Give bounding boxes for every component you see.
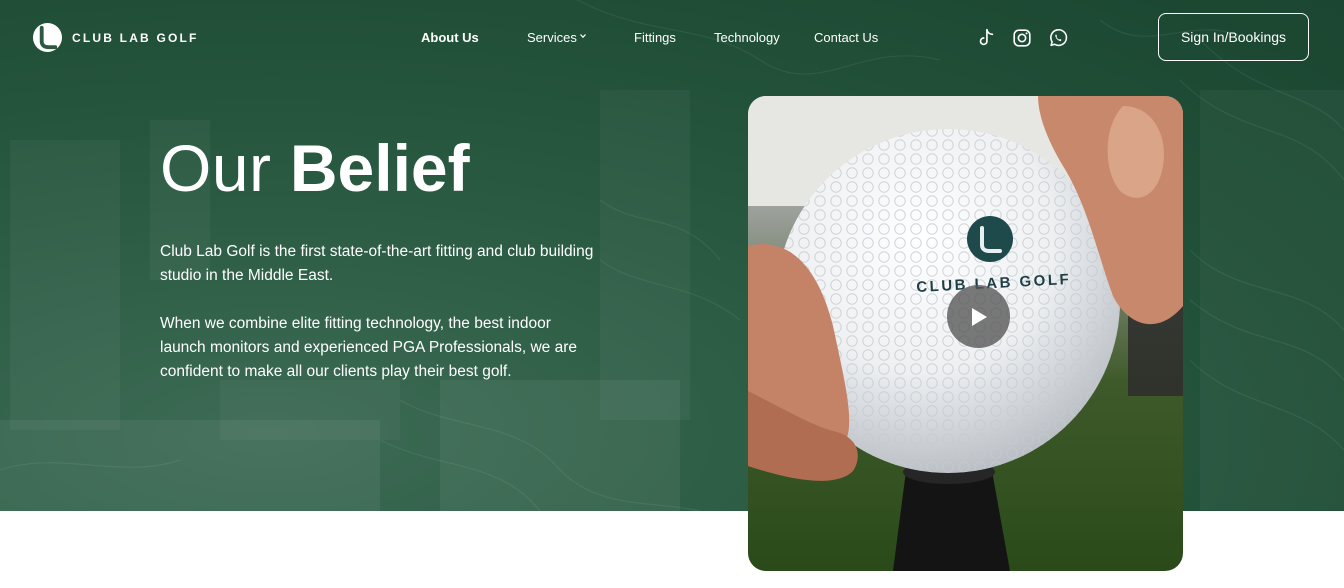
title-bold: Belief (289, 131, 470, 205)
intro-paragraph: Club Lab Golf is the first state-of-the-… (160, 243, 594, 284)
brand-name: CLUB LAB GOLF (72, 30, 199, 45)
top-navigation: CLUB LAB GOLF About Us Services Fittings… (0, 0, 1344, 76)
nav-about-us[interactable]: About Us (421, 30, 479, 45)
instagram-icon[interactable] (1011, 27, 1033, 49)
brand-logo[interactable]: CLUB LAB GOLF (32, 22, 199, 53)
chevron-down-icon[interactable] (580, 33, 586, 39)
sign-in-bookings-button[interactable]: Sign In/Bookings (1158, 13, 1309, 61)
title-light: Our (160, 131, 272, 205)
whatsapp-icon[interactable] (1047, 27, 1069, 49)
play-icon (971, 307, 987, 326)
nav-technology[interactable]: Technology (714, 30, 780, 45)
nav-fittings[interactable]: Fittings (634, 30, 676, 45)
tiktok-icon[interactable] (975, 27, 997, 49)
mission-paragraph: When we combine elite fitting technology… (160, 315, 578, 380)
nav-services[interactable]: Services (527, 30, 577, 45)
nav-contact-us[interactable]: Contact Us (814, 30, 878, 45)
club-lab-logo-icon (32, 22, 63, 53)
page-title: Our Belief (160, 128, 470, 208)
play-button[interactable] (947, 285, 1010, 348)
